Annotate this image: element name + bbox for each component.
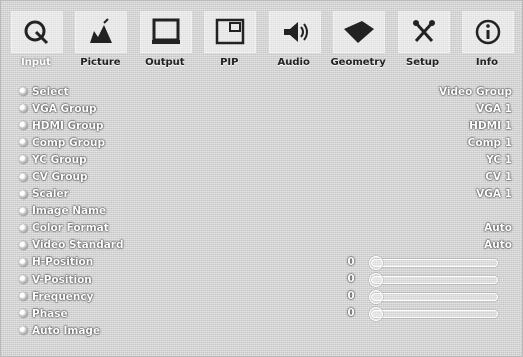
bullet-icon [19,155,28,165]
menu-item-frequency[interactable]: Frequency 0 [19,288,512,305]
tab-label: Picture [80,57,121,68]
menu-label: YC Group [32,153,87,166]
tab-setup[interactable]: Setup [394,7,452,73]
slider-knob[interactable] [369,255,383,270]
audio-icon [268,11,321,53]
tab-info[interactable]: Info [458,7,516,73]
bullet-icon [19,257,28,267]
menu-label: Image Name [32,205,107,218]
slider-knob[interactable] [369,273,383,288]
bullet-icon [19,121,28,131]
menu-value: Auto [484,222,512,235]
tab-label: Setup [406,57,440,68]
menu-label: VGA Group [32,102,97,115]
menu-value: CV 1 [485,171,512,184]
bullet-icon [19,104,28,114]
h-position-value: 0 [347,255,355,268]
menu-label: H-Position [32,256,94,269]
phase-value: 0 [347,307,355,320]
bullet-icon [19,326,28,336]
menu-item-v-position[interactable]: V-Position 0 [19,271,512,288]
phase-slider[interactable] [369,307,498,322]
slider-knob[interactable] [369,290,383,305]
tab-audio[interactable]: Audio [265,7,323,73]
setup-icon [397,11,450,53]
menu-item-yc-group[interactable]: YC Group YC 1 [19,151,512,168]
menu-item-auto-image[interactable]: Auto Image [19,322,512,339]
menu-label: Frequency [32,290,94,303]
menu-label: Comp Group [32,136,106,149]
h-position-slider[interactable] [369,255,498,270]
menu-item-select[interactable]: Select Video Group [19,83,512,100]
menu-item-cv-group[interactable]: CV Group CV 1 [19,168,512,185]
tab-geometry[interactable]: Geometry [329,7,387,73]
bullet-icon [19,138,28,148]
menu-item-scaler[interactable]: Scaler VGA 1 [19,186,512,203]
geometry-icon [333,11,386,53]
menu-label: Color Format [32,222,109,235]
bullet-icon [19,275,28,285]
menu-value: Auto [484,239,512,252]
slider-knob[interactable] [369,307,383,322]
picture-icon [75,11,128,53]
menu-label: Video Standard [32,239,124,252]
menu-item-vga-group[interactable]: VGA Group VGA 1 [19,100,512,117]
info-icon [461,11,514,53]
tab-output[interactable]: Output [136,7,194,73]
menu-value: Comp 1 [467,136,512,149]
frequency-slider[interactable] [369,290,498,305]
bullet-icon [19,309,28,319]
tab-label: Output [145,57,185,68]
menu-item-hdmi-group[interactable]: HDMI Group HDMI 1 [19,117,512,134]
menu-item-video-standard[interactable]: Video Standard Auto [19,237,512,254]
bullet-icon [19,240,28,250]
menu-label: CV Group [32,171,88,184]
menu-value: YC 1 [486,153,512,166]
menu-label: Select [32,85,69,98]
menu-item-color-format[interactable]: Color Format Auto [19,220,512,237]
menu-item-phase[interactable]: Phase 0 [19,305,512,322]
menu-label: HDMI Group [32,119,104,132]
menu-label: Auto Image [32,324,101,337]
tab-label: PIP [220,57,239,68]
v-position-value: 0 [347,273,355,286]
input-menu: Select Video Group VGA Group VGA 1 HDMI … [19,83,512,339]
menu-item-comp-group[interactable]: Comp Group Comp 1 [19,134,512,151]
menu-item-image-name[interactable]: Image Name [19,203,512,220]
bullet-icon [19,206,28,216]
menu-value: HDMI 1 [469,119,512,132]
tab-input[interactable]: Input [7,7,65,73]
bullet-icon [19,172,28,182]
menu-value: Video Group [438,85,512,98]
menu-label: Phase [32,307,68,320]
tab-label: Info [475,57,498,68]
pip-icon [204,11,257,53]
bullet-icon [19,292,28,302]
v-position-slider[interactable] [369,273,498,288]
osd-menu: Input Picture Output PIP Audio Geometry … [0,0,523,357]
bullet-icon [19,189,28,199]
tab-picture[interactable]: Picture [71,7,129,73]
tab-label: Input [21,57,51,68]
tab-pip[interactable]: PIP [200,7,258,73]
menu-label: V-Position [32,273,92,286]
menu-label: Scaler [32,188,69,201]
output-icon [139,11,192,53]
frequency-value: 0 [347,290,355,303]
tab-label: Audio [277,57,310,68]
bullet-icon [19,87,28,97]
menu-value: VGA 1 [476,102,512,115]
input-icon [11,11,63,53]
menu-value: VGA 1 [476,188,512,201]
tab-label: Geometry [330,57,386,68]
tab-bar: Input Picture Output PIP Audio Geometry … [7,7,516,73]
bullet-icon [19,223,28,233]
menu-item-h-position[interactable]: H-Position 0 [19,254,512,271]
